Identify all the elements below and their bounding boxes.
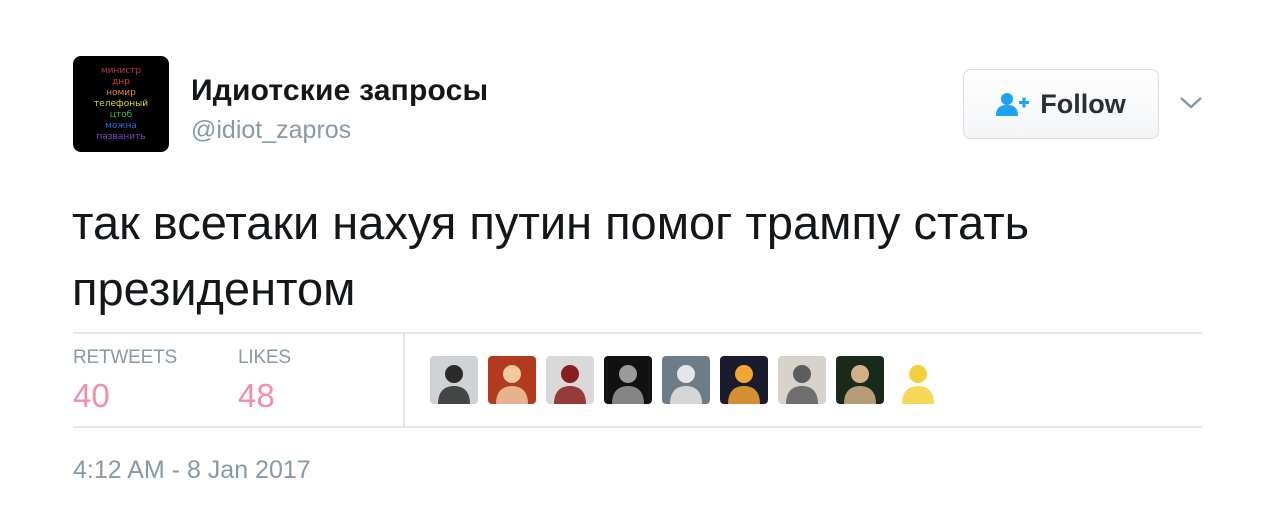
- avatar-image-icon: [728, 365, 760, 404]
- avatar-text-line: днр: [112, 76, 130, 87]
- likes-label[interactable]: LIKES: [238, 347, 291, 369]
- liker-avatar[interactable]: [836, 356, 884, 404]
- author-handle[interactable]: @idiot_zapros: [191, 116, 351, 145]
- follow-button-label: Follow: [1040, 88, 1126, 119]
- stats-divider: [403, 334, 405, 426]
- follow-button[interactable]: Follow: [963, 69, 1159, 139]
- avatar-image-icon: [438, 365, 470, 404]
- avatar-image-icon: [902, 365, 934, 404]
- tweet-text: так всетаки нахуя путин помог трампу ста…: [72, 196, 1030, 315]
- chevron-down-icon[interactable]: [1178, 94, 1204, 112]
- retweets-label[interactable]: RETWEETS: [73, 347, 177, 369]
- liker-avatars: [430, 356, 942, 404]
- avatar-image-icon: [844, 365, 876, 404]
- likes-count[interactable]: 48: [238, 377, 275, 415]
- liker-avatar[interactable]: [604, 356, 652, 404]
- avatar-text-line: телефоный: [93, 98, 149, 109]
- liker-avatar[interactable]: [662, 356, 710, 404]
- author-display-name[interactable]: Идиотские запросы: [191, 74, 488, 108]
- add-user-icon: [996, 93, 1030, 116]
- liker-avatar[interactable]: [778, 356, 826, 404]
- liker-avatar[interactable]: [720, 356, 768, 404]
- avatar-image-icon: [670, 365, 702, 404]
- liker-avatar[interactable]: [488, 356, 536, 404]
- avatar-text-line: номир: [106, 87, 136, 98]
- author-avatar[interactable]: министр днр номир телефоный цтоб можна пазвани…: [73, 56, 169, 152]
- liker-avatar[interactable]: [430, 356, 478, 404]
- avatar-image-icon: [496, 365, 528, 404]
- avatar-text-line: цтоб: [109, 109, 133, 120]
- liker-avatar[interactable]: [546, 356, 594, 404]
- stats-bottom-divider: [73, 426, 1202, 428]
- avatar-image-icon: [554, 365, 586, 404]
- avatar-text-line: министр: [100, 65, 142, 76]
- retweets-count[interactable]: 40: [73, 377, 110, 415]
- avatar-text-line: можна: [105, 120, 137, 131]
- tweet-timestamp[interactable]: 4:12 AM - 8 Jan 2017: [73, 456, 311, 485]
- stats-top-divider: [73, 332, 1202, 334]
- avatar-image-icon: [786, 365, 818, 404]
- avatar-text-line: пазванить: [96, 131, 146, 142]
- liker-avatar[interactable]: [894, 356, 942, 404]
- avatar-image-icon: [612, 365, 644, 404]
